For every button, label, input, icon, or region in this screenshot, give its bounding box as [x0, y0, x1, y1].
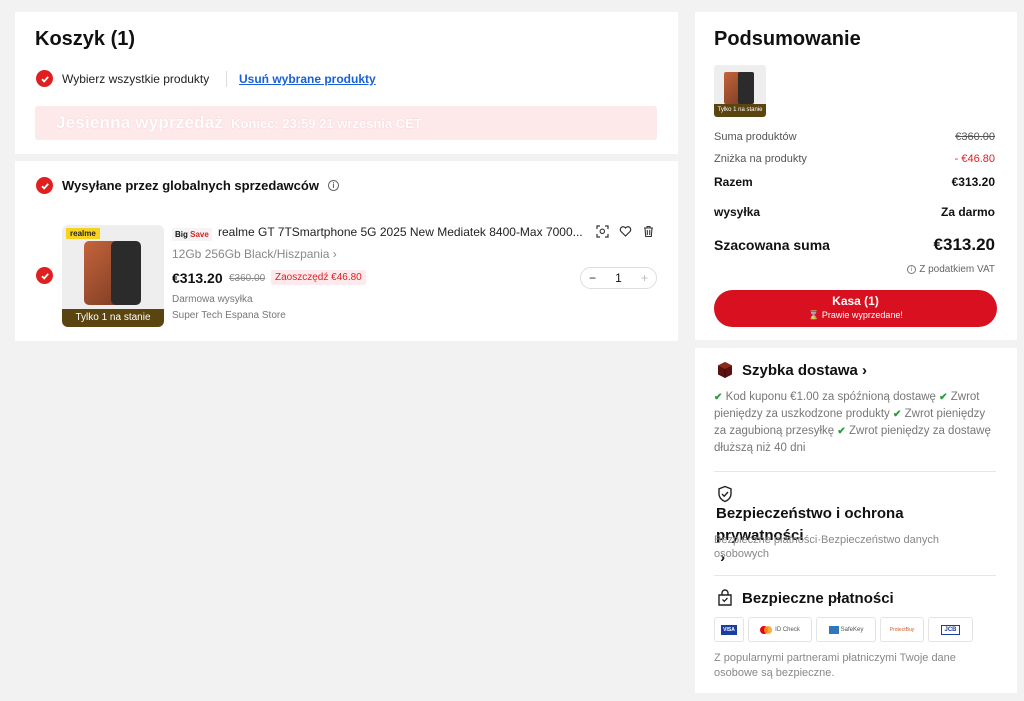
checkout-urgency-note: ⌛ Prawie wyprzedane!: [808, 310, 903, 320]
amex-safekey-icon: SafeKey: [816, 617, 876, 642]
product-old-price: €360.00: [229, 273, 266, 284]
shipping-row: wysyłka Za darmo: [714, 205, 995, 219]
visa-logo-icon: VISA: [714, 617, 744, 642]
shipping-value: Za darmo: [940, 205, 995, 219]
product-variant-selector[interactable]: 12Gb 256Gb Black/Hiszpania ›: [172, 247, 337, 261]
product-price: €313.20: [172, 270, 223, 286]
order-summary-panel: Podsumowanie Tylko 1 na stanie Suma prod…: [695, 12, 1017, 340]
promo-deadline: Koniec: 23:59 21 września CET: [231, 115, 422, 131]
savings-badge: Zaoszczędź €46.80: [271, 270, 366, 285]
find-similar-icon[interactable]: [596, 225, 609, 238]
variant-label: 12Gb 256Gb Black/Hiszpania: [172, 247, 330, 261]
checkout-button[interactable]: Kasa (1) ⌛ Prawie wyprzedane!: [714, 290, 997, 327]
estimated-total-row: Szacowana suma €313.20: [714, 235, 995, 255]
info-icon[interactable]: i: [327, 180, 339, 191]
seller-group-label: Wysyłane przez globalnych sprzedawców: [62, 178, 319, 193]
increase-quantity-button[interactable]: +: [641, 271, 648, 285]
jcb-logo-icon: JCB: [928, 617, 973, 642]
discount-value: - €46.80: [954, 153, 995, 165]
payments-description: Z popularnymi partnerami płatniczymi Two…: [714, 652, 956, 679]
phone-back-image: [111, 241, 141, 305]
check-icon: ✔: [939, 392, 948, 403]
vat-label: Z podatkiem VAT: [919, 264, 995, 275]
cart-items-panel: Wysyłane przez globalnych sprzedawców i …: [15, 161, 678, 341]
secure-payments-title: Bezpieczne płatności: [742, 589, 894, 607]
checkbox-checked-icon[interactable]: [36, 177, 53, 194]
big-save-badge: Big Save: [172, 228, 212, 241]
payment-methods: VISA ID Check SafeKey ProtectBuy JCB: [714, 617, 973, 642]
seller-group-header[interactable]: Wysyłane przez globalnych sprzedawców i: [36, 177, 339, 194]
badge-big: Big: [175, 230, 188, 239]
check-icon: ✔: [714, 392, 723, 403]
quantity-value[interactable]: 1: [615, 271, 622, 285]
discount-label: Zniżka na produkty: [714, 153, 807, 165]
item-checkbox[interactable]: [36, 267, 53, 284]
divider: [226, 71, 227, 87]
fast-delivery-title: Szybka dostawa: [742, 361, 858, 379]
brand-tag: realme: [66, 228, 100, 239]
quantity-stepper[interactable]: − 1 +: [580, 267, 657, 289]
subtotal-value: €360.00: [955, 131, 995, 143]
product-title[interactable]: realme GT 7TSmartphone 5G 2025 New Media…: [218, 225, 588, 239]
shipping-label: wysyłka: [714, 205, 761, 219]
cart-header-panel: Koszyk (1) Wybierz wszystkie produkty Us…: [15, 12, 678, 154]
protectbuy-icon: ProtectBuy: [880, 617, 924, 642]
fast-delivery-link[interactable]: Szybka dostawa ›: [716, 361, 867, 379]
mastercard-id-check-icon: ID Check: [748, 617, 812, 642]
summary-product-thumbnail[interactable]: Tylko 1 na stanie: [714, 65, 766, 117]
package-icon: [716, 361, 734, 379]
decrease-quantity-button[interactable]: −: [589, 271, 596, 285]
remove-selected-link[interactable]: Usuń wybrane produkty: [239, 72, 376, 86]
promo-banner: Jesienna wyprzedaż Koniec: 23:59 21 wrze…: [35, 106, 657, 140]
vat-note[interactable]: i Z podatkiem VAT: [907, 264, 995, 275]
divider: [714, 575, 996, 576]
estimated-total-label: Szacowana suma: [714, 237, 830, 253]
fast-delivery-list: ✔ Kod kuponu €1.00 za spóźnioną dostawę …: [714, 389, 999, 457]
total-row: Razem €313.20: [714, 175, 995, 189]
wishlist-heart-icon[interactable]: [619, 225, 632, 238]
page-title: Koszyk (1): [35, 28, 136, 50]
security-description: Bezpieczne płatności·Bezpieczeństwo dany…: [714, 534, 940, 560]
secure-payments-header: Bezpieczne płatności: [716, 589, 894, 607]
chevron-right-icon: ›: [857, 361, 868, 379]
subtotal-label: Suma produktów: [714, 131, 797, 143]
product-image[interactable]: realme Tylko 1 na stanie: [62, 225, 164, 327]
chevron-right-icon: ›: [332, 247, 337, 261]
check-icon: ✔: [837, 426, 846, 437]
benefits-panel: Szybka dostawa › ✔ Kod kuponu €1.00 za s…: [695, 348, 1017, 693]
badge-save: Save: [190, 230, 209, 239]
item-actions: [596, 225, 655, 238]
lock-bag-icon: [716, 589, 734, 607]
checkbox-checked-icon[interactable]: [36, 70, 53, 87]
info-icon[interactable]: i: [907, 265, 917, 274]
checkout-label: Kasa (1): [832, 294, 879, 308]
promo-title: Jesienna wyprzedaż: [56, 113, 224, 132]
shield-check-icon: [716, 485, 734, 503]
select-all-label[interactable]: Wybierz wszystkie produkty: [62, 72, 209, 86]
shipping-info: Darmowa wysyłka: [172, 294, 253, 305]
stock-badge: Tylko 1 na stanie: [62, 309, 164, 327]
total-value: €313.20: [951, 175, 995, 189]
delete-trash-icon[interactable]: [642, 225, 655, 238]
phone-back-image: [738, 72, 754, 104]
benefit-item: Kod kuponu €1.00 za spóźnioną dostawę: [725, 391, 936, 403]
stock-badge: Tylko 1 na stanie: [714, 104, 766, 117]
store-name[interactable]: Super Tech Espana Store: [172, 310, 286, 321]
estimated-total-value: €313.20: [933, 235, 995, 254]
select-all-checkbox[interactable]: Wybierz wszystkie produkty: [36, 70, 209, 87]
divider: [714, 471, 996, 472]
check-icon: ✔: [893, 409, 902, 420]
summary-title: Podsumowanie: [714, 28, 861, 50]
subtotal-row: Suma produktów €360.00: [714, 131, 995, 143]
total-label: Razem: [714, 175, 753, 189]
discount-row: Zniżka na produkty - €46.80: [714, 153, 995, 165]
